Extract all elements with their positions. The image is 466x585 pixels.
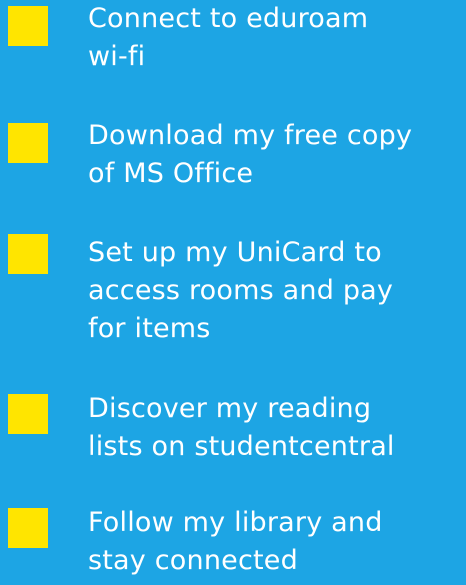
checklist-item-label: Download my free copy of MS Office	[88, 120, 413, 189]
checkbox[interactable]	[8, 6, 48, 46]
checkbox[interactable]	[8, 508, 48, 548]
checklist-item-label: Follow my library and stay connected	[88, 507, 383, 576]
checklist-item-label: Connect to eduroam wi-fi	[88, 3, 369, 72]
checkbox[interactable]	[8, 123, 48, 163]
checkbox[interactable]	[8, 394, 48, 434]
checkbox[interactable]	[8, 234, 48, 274]
checklist-item-label: Discover my reading lists on studentcent…	[88, 393, 395, 462]
todo-checklist: Connect to eduroam wi-fi Download my fre…	[0, 0, 466, 585]
checklist-item-label: Set up my UniCard to access rooms and pa…	[88, 237, 394, 344]
